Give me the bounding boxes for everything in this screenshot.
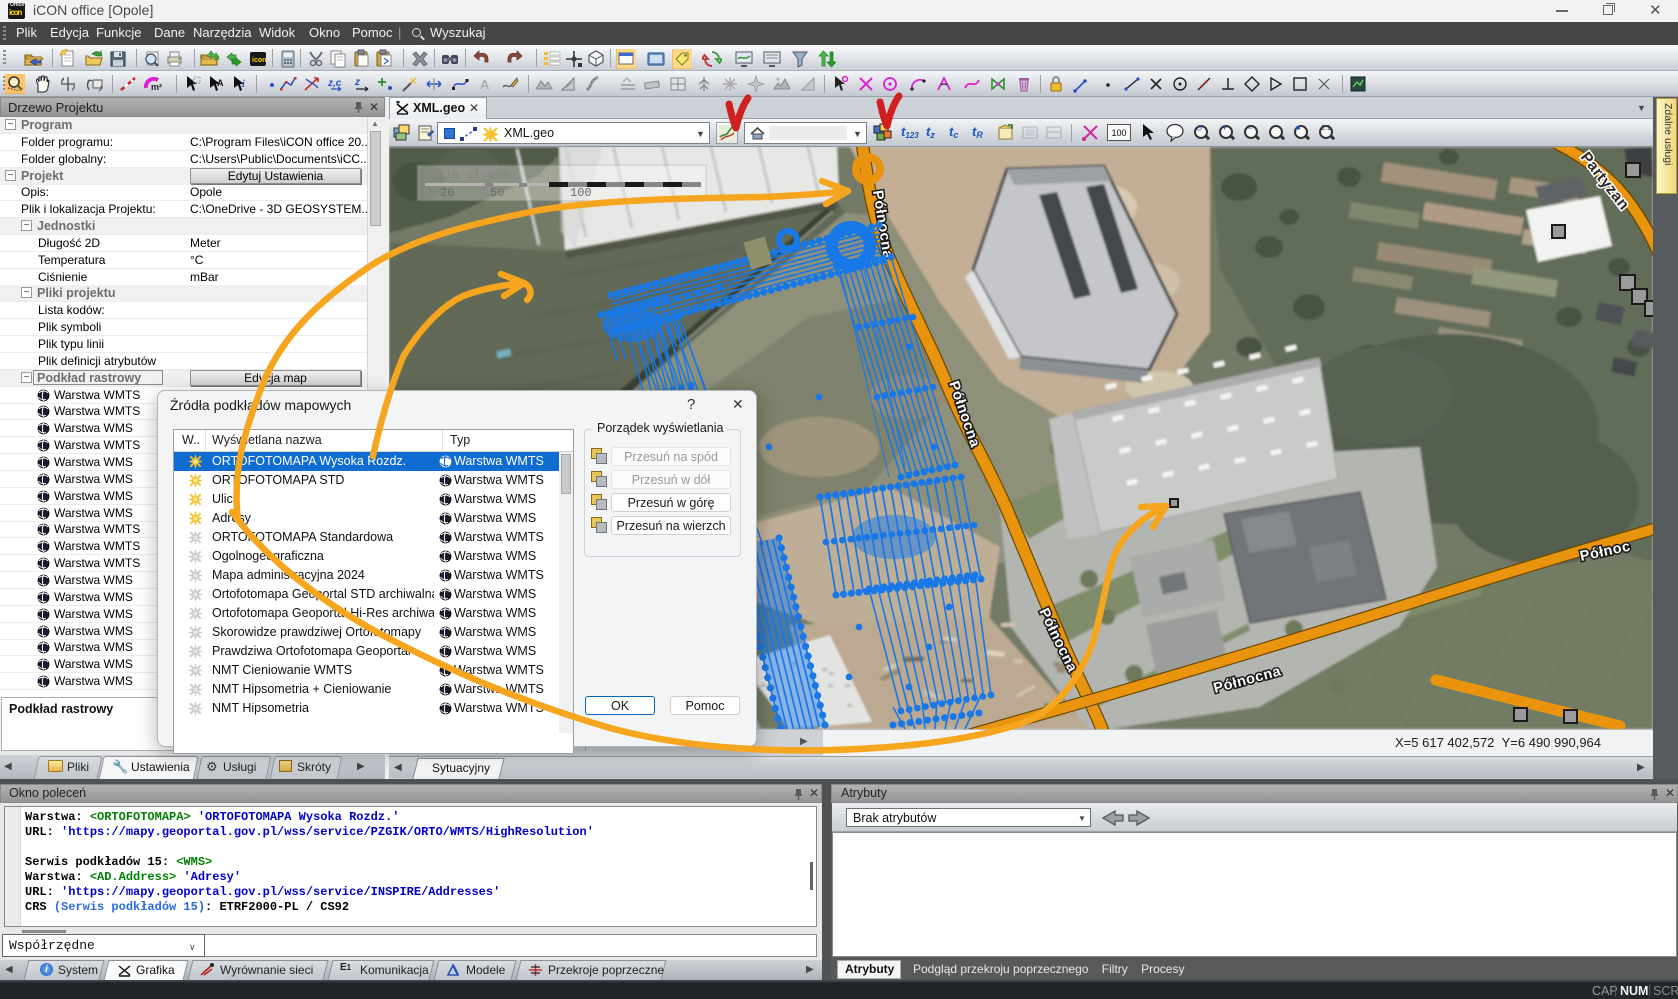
svg-text:m²: m² (151, 82, 162, 92)
svg-text:20: 20 (440, 186, 454, 200)
svg-text:50: 50 (490, 186, 504, 200)
svg-text:i: i (242, 79, 245, 90)
svg-text:A: A (480, 77, 490, 92)
svg-text:icon: icon (252, 57, 266, 64)
svg-text:z: z (354, 77, 360, 88)
svg-text:Skala główna: Skala główna (423, 168, 509, 182)
svg-text:100: 100 (570, 186, 592, 200)
svg-text:A: A (217, 78, 224, 88)
